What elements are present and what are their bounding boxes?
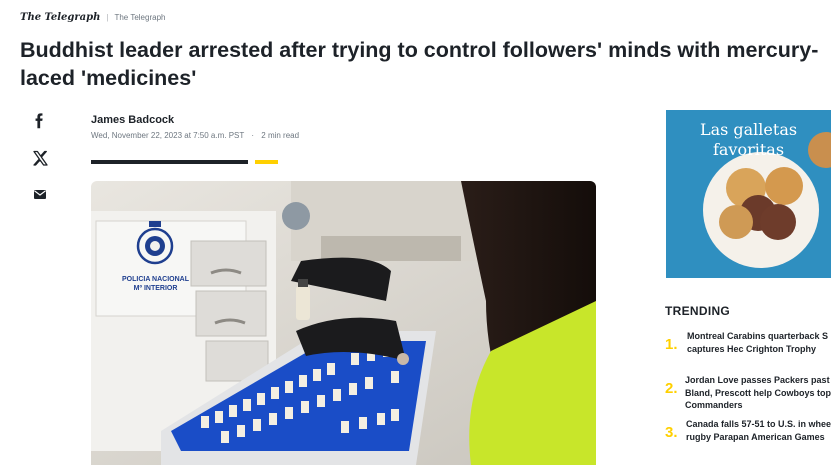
trending-item[interactable]: 2. Jordan Love passes Packers past Bland…: [665, 374, 831, 418]
trending-item[interactable]: 3. Canada falls 57-51 to U.S. in whee ru…: [665, 418, 831, 462]
trending-headline[interactable]: Jordan Love passes Packers past Bland, P…: [685, 374, 831, 418]
divider-yellow: [255, 160, 278, 164]
publisher-bar: The Telegraph | The Telegraph: [20, 12, 165, 23]
ad-text: Las galletas favoritas: [699, 120, 798, 159]
share-bar: [30, 112, 50, 220]
trending-headline[interactable]: Montreal Carabins quarterback S captures…: [687, 330, 828, 374]
email-icon[interactable]: [30, 184, 50, 204]
author-name[interactable]: James Badcock: [91, 114, 174, 126]
divider-black: [91, 160, 248, 164]
publish-date: Wed, November 22, 2023 at 7:50 a.m. PST: [91, 131, 245, 140]
meta-separator: ·: [251, 131, 255, 140]
trending-title: TRENDING: [665, 304, 731, 318]
trending-item[interactable]: 1. Montreal Carabins quarterback S captu…: [665, 330, 831, 374]
facebook-icon[interactable]: [30, 112, 50, 132]
trending-number: 1.: [665, 336, 678, 353]
trending-number: 3.: [665, 424, 678, 441]
publisher-name[interactable]: The Telegraph: [114, 13, 165, 22]
article-photo[interactable]: POLICIA NACIONAL Mº INTERIOR: [91, 181, 596, 465]
article-photo-image: [91, 181, 596, 465]
publisher-separator: |: [106, 13, 109, 22]
advertisement[interactable]: Las galletas favoritas: [666, 110, 831, 278]
article-meta: Wed, November 22, 2023 at 7:50 a.m. PST …: [91, 131, 299, 140]
trending-headline[interactable]: Canada falls 57-51 to U.S. in whee rugby…: [686, 418, 831, 462]
x-icon[interactable]: [30, 148, 50, 168]
read-time: 2 min read: [261, 131, 300, 140]
publisher-logo[interactable]: The Telegraph: [20, 12, 100, 23]
trending-list: 1. Montreal Carabins quarterback S captu…: [665, 330, 831, 462]
trending-number: 2.: [665, 380, 678, 397]
police-badge-text: POLICIA NACIONAL Mº INTERIOR: [121, 276, 190, 292]
page-title: Buddhist leader arrested after trying to…: [20, 38, 819, 90]
